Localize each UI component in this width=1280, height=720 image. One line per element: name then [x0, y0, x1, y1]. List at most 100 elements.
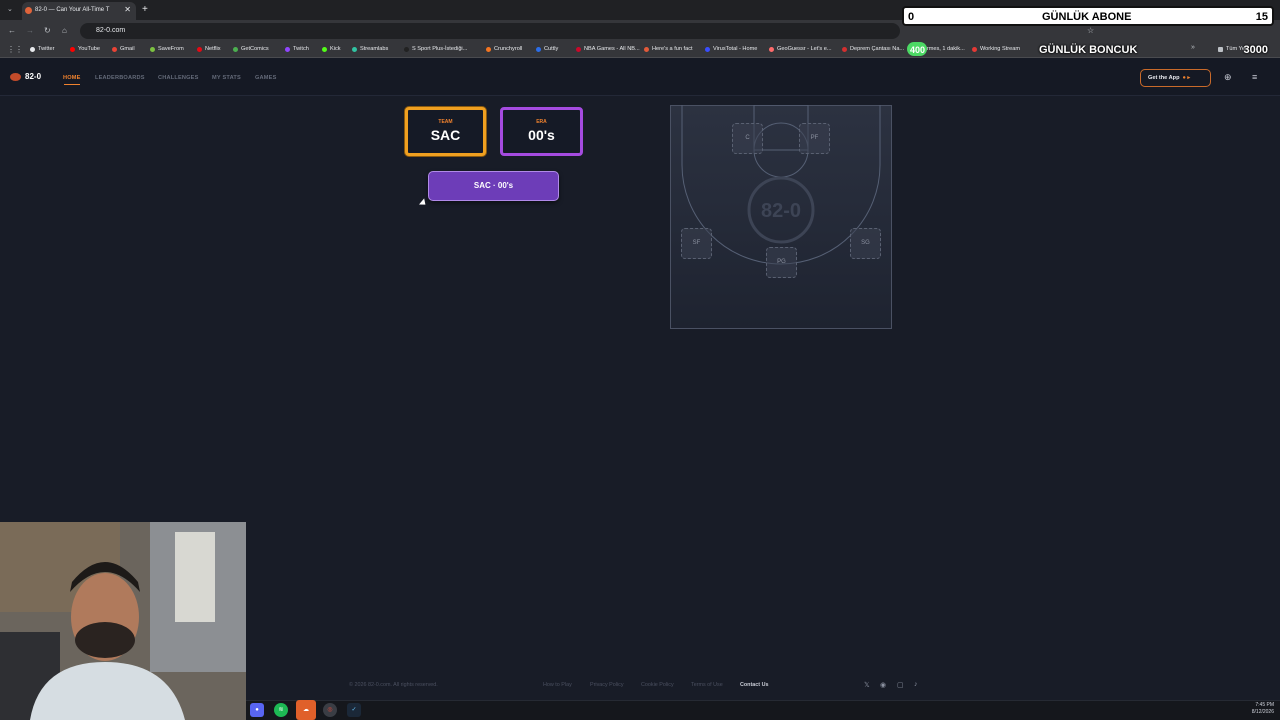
- bookmark-item[interactable]: Here's a fun fact: [644, 44, 693, 55]
- footer-link-privacy[interactable]: Privacy Policy: [590, 682, 624, 688]
- team-card[interactable]: TEAM SAC: [405, 107, 486, 156]
- bookmark-item[interactable]: Streamlabs: [352, 44, 388, 55]
- tab-list-icon[interactable]: ⌄: [7, 5, 13, 13]
- boncuk-label: GÜNLÜK BONCUK: [1039, 44, 1138, 56]
- bookmark-favicon-icon: [842, 47, 847, 52]
- footer-link-terms[interactable]: Terms of Use: [691, 682, 723, 688]
- webcam-overlay: [0, 522, 246, 720]
- bookmark-label: Deprem Çantası Na...: [850, 46, 905, 52]
- team-label: TEAM: [438, 119, 453, 125]
- language-globe-icon[interactable]: ⊕: [1224, 72, 1232, 83]
- bookmark-favicon-icon: [769, 47, 774, 52]
- bookmark-item[interactable]: Cuttly: [536, 44, 558, 55]
- menu-icon[interactable]: ≡: [1252, 72, 1257, 82]
- abone-label: GÜNLÜK ABONE: [1042, 11, 1132, 23]
- footer-link-how-to-play[interactable]: How to Play: [543, 682, 572, 688]
- bookmark-item[interactable]: NBA Games - All NB...: [576, 44, 640, 55]
- bookmark-item[interactable]: Gmail: [112, 44, 135, 55]
- footer-link-contact[interactable]: Contact Us: [740, 682, 768, 688]
- slot-c[interactable]: C: [732, 123, 763, 154]
- bookmark-item[interactable]: Twitter: [30, 44, 54, 55]
- bookmark-label: Gmail: [120, 46, 135, 52]
- bookmark-item[interactable]: GeoGuessr - Let's e...: [769, 44, 832, 55]
- bookmark-favicon-icon: [352, 47, 357, 52]
- bookmark-label: NBA Games - All NB...: [584, 46, 640, 52]
- bookmark-favicon-icon: [30, 47, 35, 52]
- system-clock[interactable]: 7:45 PM 8/12/2026: [1252, 702, 1274, 716]
- slot-sf[interactable]: SF: [681, 228, 712, 259]
- discord-taskbar-icon[interactable]: ●: [250, 703, 264, 717]
- team-era-combo-button[interactable]: SAC · 00's: [428, 171, 559, 201]
- instagram-icon[interactable]: ▢: [897, 681, 904, 689]
- discord-icon[interactable]: ◉: [880, 681, 886, 689]
- bookmark-item[interactable]: Crunchyroll: [486, 44, 522, 55]
- nav-games[interactable]: GAMES: [255, 75, 277, 81]
- tab-title: 82-0 — Can Your All-Time T: [35, 7, 110, 13]
- bookmark-label: Here's a fun fact: [652, 46, 693, 52]
- soundcloud-taskbar-icon[interactable]: ☁: [296, 700, 316, 720]
- bookmark-favicon-icon: [576, 47, 581, 52]
- bookmark-favicon-icon: [644, 47, 649, 52]
- boncuk-overlay: 400 GÜNLÜK BONCUK 3000: [902, 39, 1274, 59]
- bookmark-label: GetComics: [241, 46, 269, 52]
- nav-leaderboards[interactable]: LEADERBOARDS: [95, 75, 145, 81]
- court-lines: 82-0: [670, 104, 892, 329]
- era-value: 00's: [528, 127, 555, 143]
- bookmark-item[interactable]: VirusTotal - Home: [705, 44, 757, 55]
- nav-my-stats[interactable]: MY STATS: [212, 75, 241, 81]
- bookmark-favicon-icon: [486, 47, 491, 52]
- address-bar[interactable]: 82-0.com: [80, 23, 900, 39]
- slot-pg[interactable]: PG: [766, 247, 797, 278]
- forward-icon[interactable]: →: [26, 26, 34, 35]
- get-the-app-button[interactable]: Get the App ● ▸: [1140, 69, 1211, 87]
- bookmark-label: YouTube: [78, 46, 100, 52]
- url-text: 82-0.com: [96, 27, 126, 34]
- bookmark-label: Kick: [330, 46, 341, 52]
- tab-close-icon[interactable]: ✕: [124, 5, 131, 14]
- bookmark-item[interactable]: YouTube: [70, 44, 100, 55]
- bookmark-favicon-icon: [150, 47, 155, 52]
- bookmark-item[interactable]: GetComics: [233, 44, 269, 55]
- home-icon[interactable]: ⌂: [62, 26, 67, 35]
- new-tab-button[interactable]: +: [142, 4, 148, 15]
- bookmark-item[interactable]: SaveFrom: [150, 44, 184, 55]
- os-taskbar: [246, 700, 1280, 720]
- slot-pf[interactable]: PF: [799, 123, 830, 154]
- spotify-taskbar-icon[interactable]: ≋: [274, 703, 288, 717]
- apps-grid-icon[interactable]: ⋮⋮: [7, 45, 23, 54]
- x-social-icon[interactable]: 𝕏: [864, 681, 870, 689]
- browser-tab-active[interactable]: 82-0 — Can Your All-Time T ✕: [22, 2, 136, 20]
- bookmark-item[interactable]: Twitch: [285, 44, 309, 55]
- bookmark-favicon-icon: [705, 47, 710, 52]
- basketball-logo-icon: [10, 72, 21, 81]
- tiktok-icon[interactable]: ♪: [914, 681, 918, 688]
- slot-sg[interactable]: SG: [850, 228, 881, 259]
- era-card[interactable]: ERA 00's: [500, 107, 583, 156]
- bookmark-item[interactable]: Kick: [322, 44, 341, 55]
- bookmark-label: Crunchyroll: [494, 46, 523, 52]
- nav-home[interactable]: HOME: [63, 75, 81, 81]
- boncuk-goal: 3000: [1243, 44, 1268, 56]
- bookmark-item[interactable]: Netflix: [197, 44, 221, 55]
- nav-active-underline: [64, 84, 80, 85]
- bookmark-label: S Sport Plus-İstediği...: [412, 46, 468, 52]
- bookmark-label: VirusTotal - Home: [713, 46, 758, 52]
- era-label: ERA: [536, 119, 547, 125]
- abone-count: 0: [908, 11, 915, 23]
- bookmark-item[interactable]: S Sport Plus-İstediği...: [404, 44, 467, 55]
- nav-challenges[interactable]: CHALLENGES: [158, 75, 199, 81]
- chrome-taskbar-icon[interactable]: ◎: [323, 703, 337, 717]
- abone-overlay: 0 GÜNLÜK ABONE 15: [902, 6, 1274, 26]
- site-favicon-icon: [25, 7, 32, 14]
- footer-link-cookie[interactable]: Cookie Policy: [641, 682, 674, 688]
- back-icon[interactable]: ←: [8, 26, 16, 35]
- site-logo[interactable]: 82-0: [10, 72, 41, 81]
- reload-icon[interactable]: ↻: [44, 26, 51, 35]
- apple-play-icon: ● ▸: [1182, 75, 1191, 81]
- bookmark-favicon-icon: [112, 47, 117, 52]
- boncuk-count: 400: [910, 45, 926, 55]
- steam-taskbar-icon[interactable]: ✓: [347, 703, 361, 717]
- bookmark-label: Twitch: [293, 46, 309, 52]
- bookmark-star-icon[interactable]: ☆: [1087, 26, 1094, 35]
- bookmark-item[interactable]: Deprem Çantası Na...: [842, 44, 904, 55]
